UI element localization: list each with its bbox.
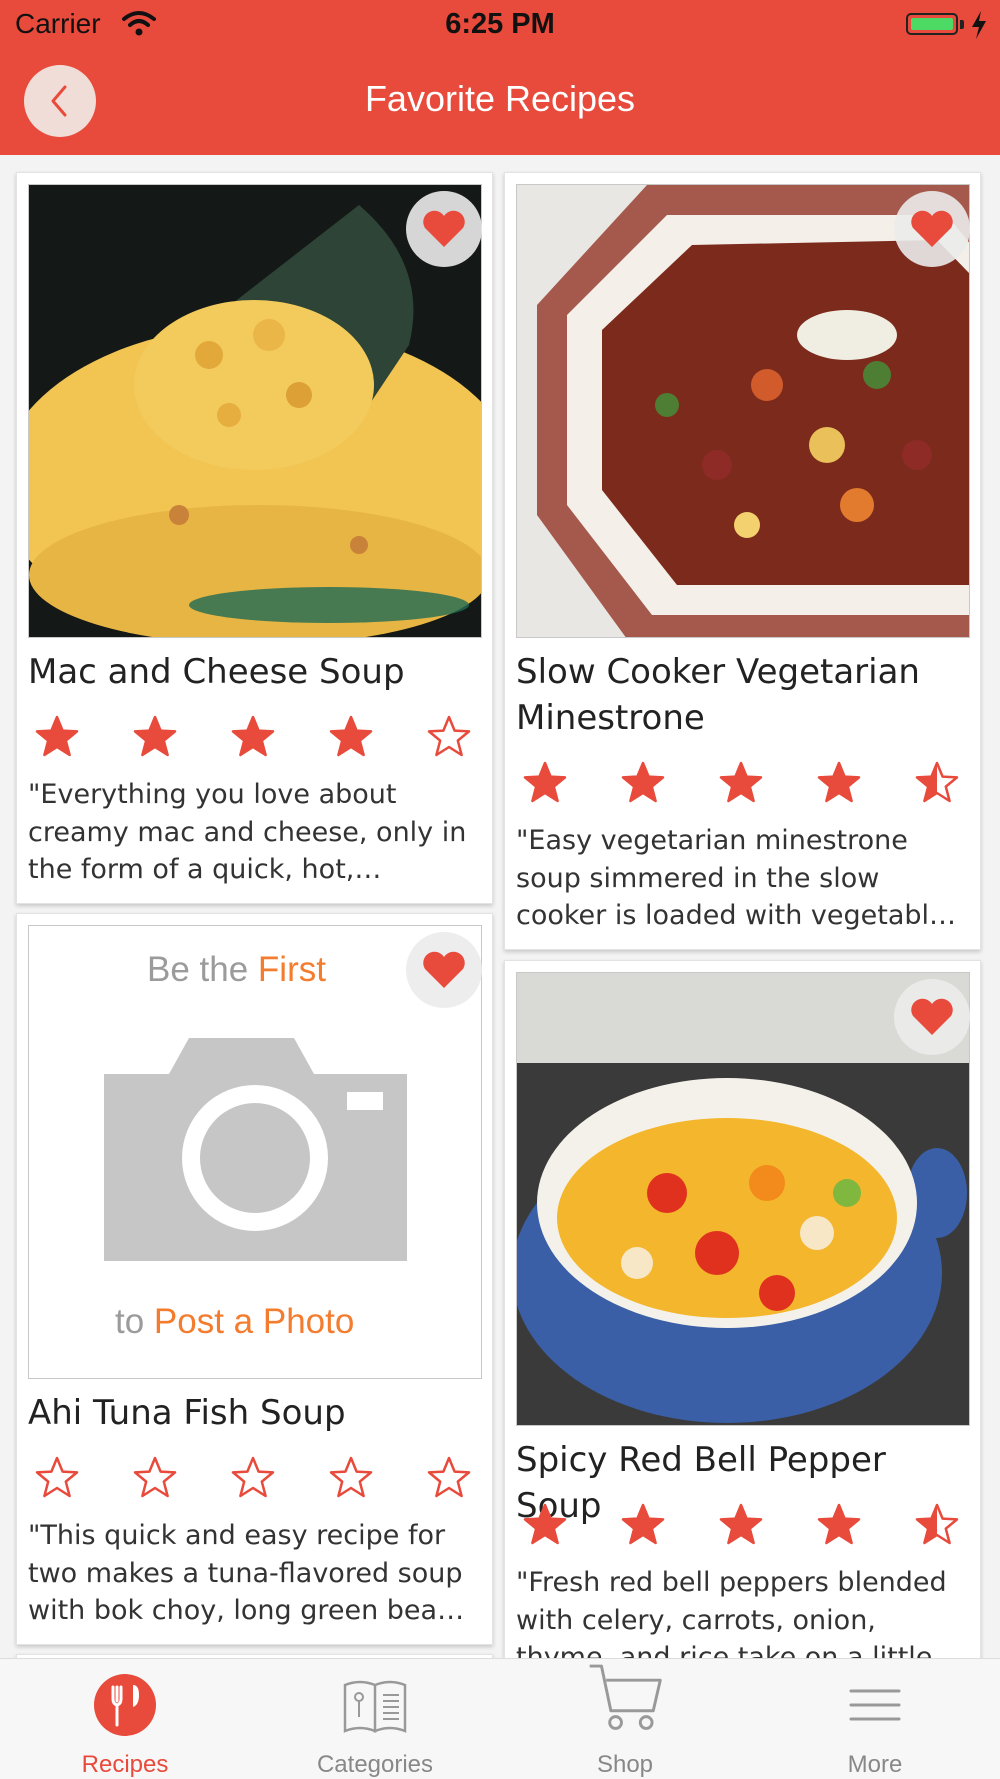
menu-icon bbox=[849, 1689, 901, 1721]
favorite-button[interactable] bbox=[894, 191, 970, 267]
star-empty-icon bbox=[231, 1456, 275, 1498]
star-full-icon bbox=[719, 1503, 763, 1545]
battery-icon bbox=[906, 13, 958, 35]
page-title: Favorite Recipes bbox=[364, 78, 636, 119]
star-full-icon bbox=[817, 1503, 861, 1545]
recipe-description: "Easy vegetarian minestrone soup simmere… bbox=[516, 825, 960, 931]
tab-recipes[interactable]: Recipes bbox=[0, 1659, 250, 1779]
star-full-icon bbox=[817, 761, 861, 803]
favorite-button[interactable] bbox=[406, 191, 482, 267]
tab-categories[interactable]: Categories bbox=[250, 1659, 500, 1779]
star-rating bbox=[33, 713, 473, 761]
status-bar: Carrier 6:25 PM bbox=[0, 0, 1000, 50]
star-empty-icon bbox=[35, 1456, 79, 1498]
star-full-icon bbox=[621, 761, 665, 803]
placeholder-text: to bbox=[115, 1302, 154, 1341]
tab-label: Shop bbox=[596, 1751, 654, 1778]
recipe-card-bell-pepper[interactable]: Spicy Red Bell Pepper Soup "Fresh red be… bbox=[504, 960, 981, 1720]
cart-icon bbox=[589, 1664, 662, 1730]
tab-label: Recipes bbox=[81, 1751, 169, 1778]
star-empty-icon bbox=[427, 715, 471, 757]
star-half-icon bbox=[915, 761, 959, 803]
heart-icon bbox=[423, 951, 465, 988]
recipe-description: "Everything you love about creamy mac an… bbox=[28, 779, 467, 885]
star-full-icon bbox=[35, 715, 79, 757]
favorite-button[interactable] bbox=[894, 979, 970, 1055]
tab-bar: Recipes Categories Shop More bbox=[0, 1658, 1000, 1779]
recipe-title[interactable]: Mac and Cheese Soup bbox=[28, 649, 484, 695]
recipe-card-mac-and-cheese[interactable]: Mac and Cheese Soup "Everything you love… bbox=[16, 172, 493, 904]
heart-icon bbox=[423, 210, 465, 247]
top-bar: Carrier 6:25 PM Favorite Recipes bbox=[0, 0, 1000, 155]
fork-knife-icon bbox=[94, 1674, 156, 1736]
placeholder-highlight: Post a Photo bbox=[153, 1302, 355, 1341]
star-full-icon bbox=[719, 761, 763, 803]
star-full-icon bbox=[523, 761, 567, 803]
book-icon bbox=[343, 1680, 407, 1733]
star-half-icon bbox=[915, 1503, 959, 1545]
battery-tip bbox=[960, 20, 964, 29]
recipe-title[interactable]: Ahi Tuna Fish Soup bbox=[28, 1390, 484, 1436]
tab-label: More bbox=[847, 1751, 903, 1778]
star-rating bbox=[521, 759, 961, 807]
star-full-icon bbox=[523, 1503, 567, 1545]
star-full-icon bbox=[329, 715, 373, 757]
tab-shop[interactable]: Shop bbox=[500, 1659, 750, 1779]
star-full-icon bbox=[621, 1503, 665, 1545]
star-full-icon bbox=[133, 715, 177, 757]
tab-label: Categories bbox=[316, 1751, 434, 1778]
status-time: 6:25 PM bbox=[445, 8, 555, 40]
heart-icon bbox=[911, 998, 953, 1035]
star-empty-icon bbox=[427, 1456, 471, 1498]
star-rating bbox=[33, 1454, 473, 1502]
star-full-icon bbox=[231, 715, 275, 757]
placeholder-line-2: to Post a Photo bbox=[115, 1302, 354, 1342]
favorite-button[interactable] bbox=[406, 932, 482, 1008]
recipe-description: "This quick and easy recipe for two make… bbox=[28, 1520, 469, 1626]
recipe-title[interactable]: Slow Cooker Vegetarian Minestrone bbox=[516, 649, 972, 741]
star-rating bbox=[521, 1501, 961, 1549]
tab-more[interactable]: More bbox=[750, 1659, 1000, 1779]
recipe-card-ahi-tuna[interactable]: Be the First to Post a Photo Ahi Tuna Fi… bbox=[16, 913, 493, 1645]
recipe-card-minestrone[interactable]: Slow Cooker Vegetarian Minestrone "Easy … bbox=[504, 172, 981, 950]
heart-icon bbox=[911, 210, 953, 247]
charging-icon bbox=[972, 11, 986, 39]
star-empty-icon bbox=[133, 1456, 177, 1498]
star-empty-icon bbox=[329, 1456, 373, 1498]
